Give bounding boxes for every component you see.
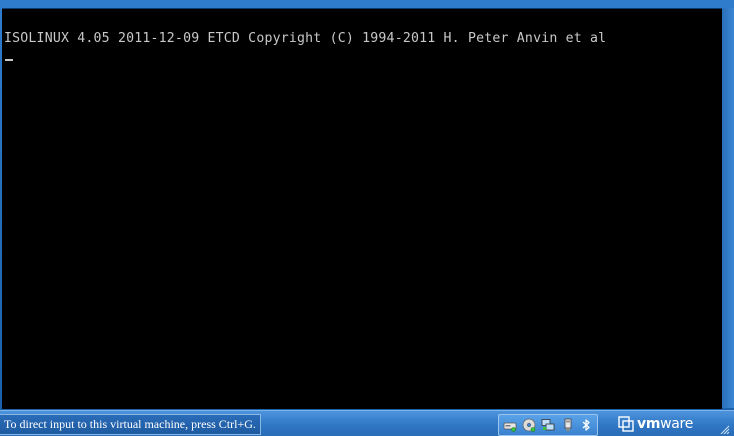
- hard-disk-icon[interactable]: [503, 418, 517, 432]
- input-hint-message: To direct input to this virtual machine,…: [0, 414, 261, 435]
- text-cursor: [5, 59, 13, 61]
- window-right-border: [722, 8, 734, 408]
- boot-message: ISOLINUX 4.05 2011-12-09 ETCD Copyright …: [4, 31, 607, 46]
- resize-grip-icon[interactable]: [718, 423, 730, 435]
- cd-dvd-icon[interactable]: [522, 418, 536, 432]
- vm-console-screen[interactable]: ISOLINUX 4.05 2011-12-09 ETCD Copyright …: [2, 8, 722, 409]
- vm-window-frame: ISOLINUX 4.05 2011-12-09 ETCD Copyright …: [0, 0, 734, 436]
- vmware-logo-icon: [618, 416, 634, 432]
- device-tray: [498, 414, 598, 436]
- bluetooth-icon[interactable]: [579, 418, 593, 432]
- vmware-wordmark: vmware: [637, 416, 694, 432]
- status-bar: To direct input to this virtual machine,…: [0, 410, 734, 436]
- vmware-brand: vmware: [618, 415, 693, 433]
- usb-device-icon[interactable]: [561, 418, 575, 432]
- network-adapter-icon[interactable]: [541, 418, 555, 432]
